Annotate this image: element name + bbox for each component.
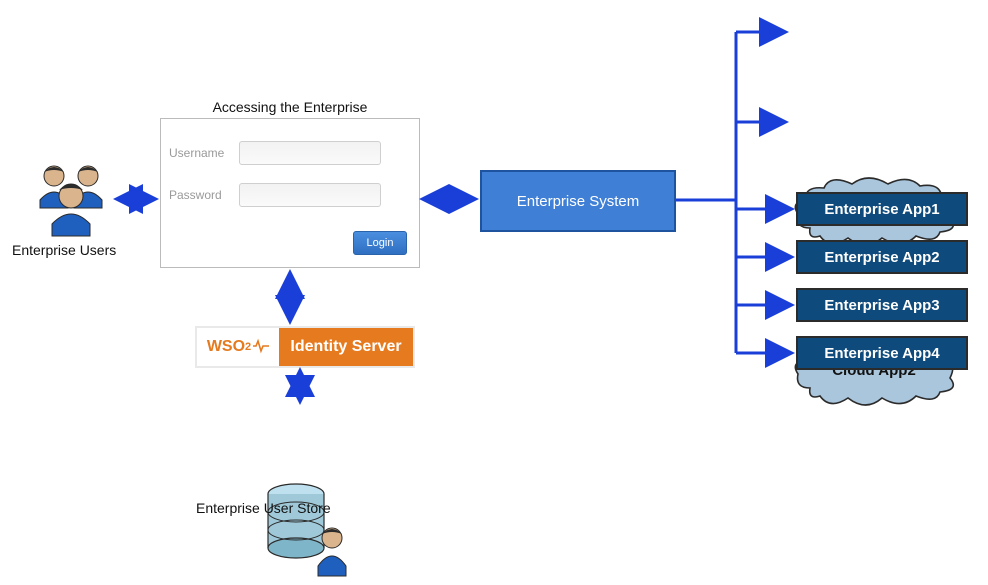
connectors <box>0 0 988 522</box>
